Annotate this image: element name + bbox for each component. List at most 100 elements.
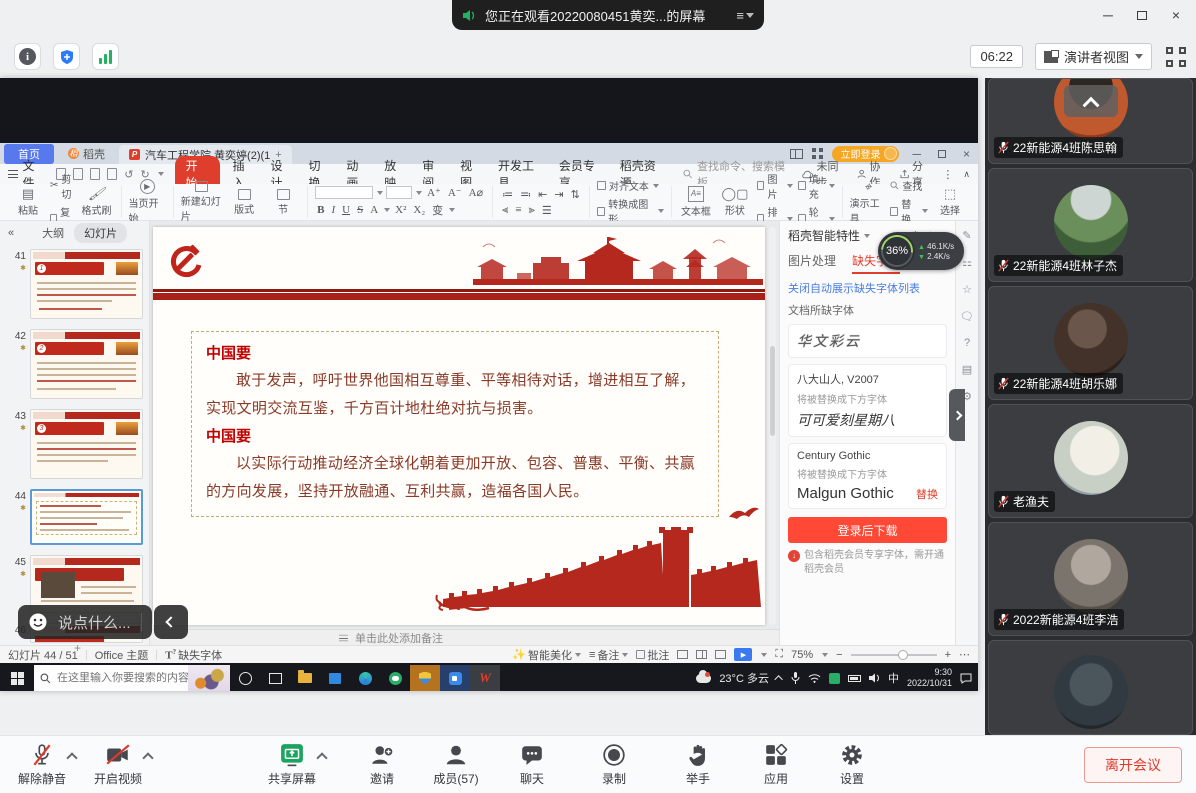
slide-text-box[interactable]: 中国要 敢于发声，呼吁世界他国相互尊重、平等相待对话，增进相互了解，实现文明交流…	[191, 331, 719, 517]
quickbar-caret-icon[interactable]	[158, 172, 164, 176]
chat-input[interactable]: 说点什么...	[58, 612, 131, 633]
slides-tab[interactable]: 幻灯片	[74, 223, 127, 243]
collapse-panel-icon[interactable]: «	[8, 227, 14, 239]
canvas-scrollbar[interactable]	[769, 227, 776, 625]
apps-button[interactable]: 应用	[744, 743, 808, 787]
chat-button[interactable]: 聊天	[500, 743, 564, 787]
cut-button[interactable]: ✂ 剪切	[50, 171, 75, 201]
taskbar-meeting-app[interactable]	[440, 665, 470, 691]
help-icon[interactable]: ?	[964, 337, 970, 349]
tab-image-processing[interactable]: 图片处理	[788, 252, 836, 274]
close-icon[interactable]: ×	[1162, 4, 1190, 26]
battery-icon[interactable]	[848, 675, 861, 682]
picture-button[interactable]: 图片	[757, 171, 793, 201]
decrease-font-button[interactable]: A⁻	[446, 186, 464, 199]
font-card-1[interactable]: 华文彩云	[788, 324, 947, 358]
speaker-tray-icon[interactable]	[869, 673, 880, 683]
scroll-up-button[interactable]	[1064, 85, 1118, 117]
share-screen-button[interactable]: 共享屏幕	[260, 743, 324, 787]
font-size-box[interactable]	[386, 186, 412, 199]
font-card-3[interactable]: Century Gothic 将被替换成下方字体 Malgun Gothic 替…	[788, 443, 947, 509]
sorter-view-icon[interactable]	[696, 650, 707, 659]
participant-tile[interactable]: 老渔夫	[988, 404, 1193, 518]
participant-tile[interactable]: 22新能源4班胡乐娜	[988, 286, 1193, 400]
taskbar-explorer[interactable]	[290, 665, 320, 691]
slide-thumbnail-42[interactable]: 42✱ 2	[2, 329, 143, 399]
favorite-icon[interactable]: ☆	[962, 283, 972, 296]
clear-format-button[interactable]: A⌀	[467, 186, 486, 199]
participant-tile[interactable]: 22新能源4班陈思翰	[988, 78, 1193, 164]
play-from-current-button[interactable]: ▶当页开始	[129, 179, 166, 225]
find-button[interactable]: 查找	[890, 178, 928, 193]
participant-tile[interactable]: 2022新能源4班李浩	[988, 522, 1193, 636]
phonetic-button[interactable]: 变	[430, 202, 445, 218]
raise-hand-button[interactable]: 举手	[666, 743, 730, 787]
font-card-2[interactable]: 八大山人, V2007 将被替换成下方字体 可可爱刻星期八	[788, 364, 947, 437]
align-text-button[interactable]: 对齐文本	[597, 178, 664, 193]
taskbar-store[interactable]	[320, 665, 350, 691]
current-slide[interactable]: 中国要 敢于发声，呼吁世界他国相互尊重、平等相待对话，增进相互了解，实现文明交流…	[153, 227, 765, 625]
underline-button[interactable]: U	[340, 204, 352, 216]
taskbar-search[interactable]	[34, 665, 230, 691]
align-center-button[interactable]: ≡	[513, 204, 523, 216]
bullet-list-button[interactable]: ≔	[500, 188, 515, 201]
unmute-button[interactable]: 解除静音	[10, 743, 74, 787]
paste-button[interactable]: ▤粘贴	[11, 187, 45, 217]
line-spacing-button[interactable]: ⇅	[569, 188, 582, 201]
new-slide-button[interactable]: 新建幻灯片	[181, 181, 222, 223]
notes-bar[interactable]: 单击此处添加备注	[150, 629, 779, 645]
status-more-icon[interactable]: ⋯	[959, 648, 970, 661]
weather-icon[interactable]	[696, 674, 711, 683]
notes-button[interactable]: ≡备注	[589, 647, 628, 663]
slide-layout-button[interactable]: 版式	[227, 189, 261, 216]
chat-collapse-button[interactable]	[154, 605, 188, 639]
italic-button[interactable]: I	[329, 204, 337, 216]
panel-caret-icon[interactable]	[864, 234, 870, 238]
zoom-out-button[interactable]: −	[836, 649, 842, 661]
preview-icon[interactable]	[107, 168, 117, 180]
minimize-icon[interactable]: ─	[1094, 4, 1122, 26]
mic-tray-icon[interactable]	[791, 672, 800, 684]
banner-layout-menu-icon[interactable]: ≡	[736, 8, 754, 23]
tray-expand-icon[interactable]	[774, 675, 782, 683]
slide-thumbnail-41[interactable]: 41✱ 1	[2, 249, 143, 319]
properties-icon[interactable]: ⚏	[962, 256, 972, 269]
print-icon[interactable]	[90, 168, 100, 180]
align-left-button[interactable]: ⫷	[500, 204, 510, 217]
number-list-button[interactable]: ≕	[518, 188, 533, 201]
section-button[interactable]: 节	[266, 189, 300, 216]
maximize-icon[interactable]	[1128, 4, 1156, 26]
meeting-security-button[interactable]	[53, 43, 80, 70]
zoom-percent[interactable]: 75%	[791, 649, 813, 661]
add-icon[interactable]: +	[74, 641, 81, 655]
start-video-button[interactable]: 开启视频	[86, 743, 150, 787]
select-button[interactable]: ⬚选择	[933, 187, 967, 217]
subscript-button[interactable]: X₂	[411, 204, 427, 216]
normal-view-icon[interactable]	[677, 650, 688, 659]
clock[interactable]: 9:30 2022/10/31	[907, 667, 952, 689]
fit-slide-icon[interactable]: ⛶	[775, 648, 783, 661]
notification-icon[interactable]	[960, 673, 972, 684]
auto-show-toggle-link[interactable]: 关闭自动展示缺失字体列表	[788, 280, 947, 296]
replace-font-link[interactable]: 替换	[916, 486, 938, 502]
strikethrough-button[interactable]: S	[355, 204, 365, 216]
smart-beautify-button[interactable]: ✨智能美化	[512, 647, 581, 663]
expand-panel-tab[interactable]	[949, 389, 965, 441]
justify-button[interactable]: ☰	[540, 204, 554, 217]
notebook-icon[interactable]: ▤	[962, 363, 972, 376]
pen-tool-icon[interactable]: ✎	[962, 229, 971, 242]
taskbar-cortana[interactable]	[230, 665, 260, 691]
leave-meeting-button[interactable]: 离开会议	[1084, 747, 1182, 783]
comment-icon[interactable]: 🗨	[960, 310, 974, 323]
taskbar-wechat[interactable]	[380, 665, 410, 691]
meeting-info-button[interactable]: i	[14, 43, 41, 70]
fullscreen-button[interactable]	[1164, 45, 1188, 69]
weather-text[interactable]: 23°C 多云	[719, 670, 769, 686]
ime-indicator[interactable]: 中	[888, 670, 899, 686]
increase-font-button[interactable]: A⁺	[425, 186, 443, 199]
taskbar-task-view[interactable]	[260, 665, 290, 691]
login-download-button[interactable]: 登录后下载	[788, 517, 947, 543]
outdent-button[interactable]: ⇤	[536, 188, 549, 201]
collapse-ribbon-icon[interactable]: ∧	[963, 169, 970, 180]
export-icon[interactable]	[73, 168, 83, 180]
